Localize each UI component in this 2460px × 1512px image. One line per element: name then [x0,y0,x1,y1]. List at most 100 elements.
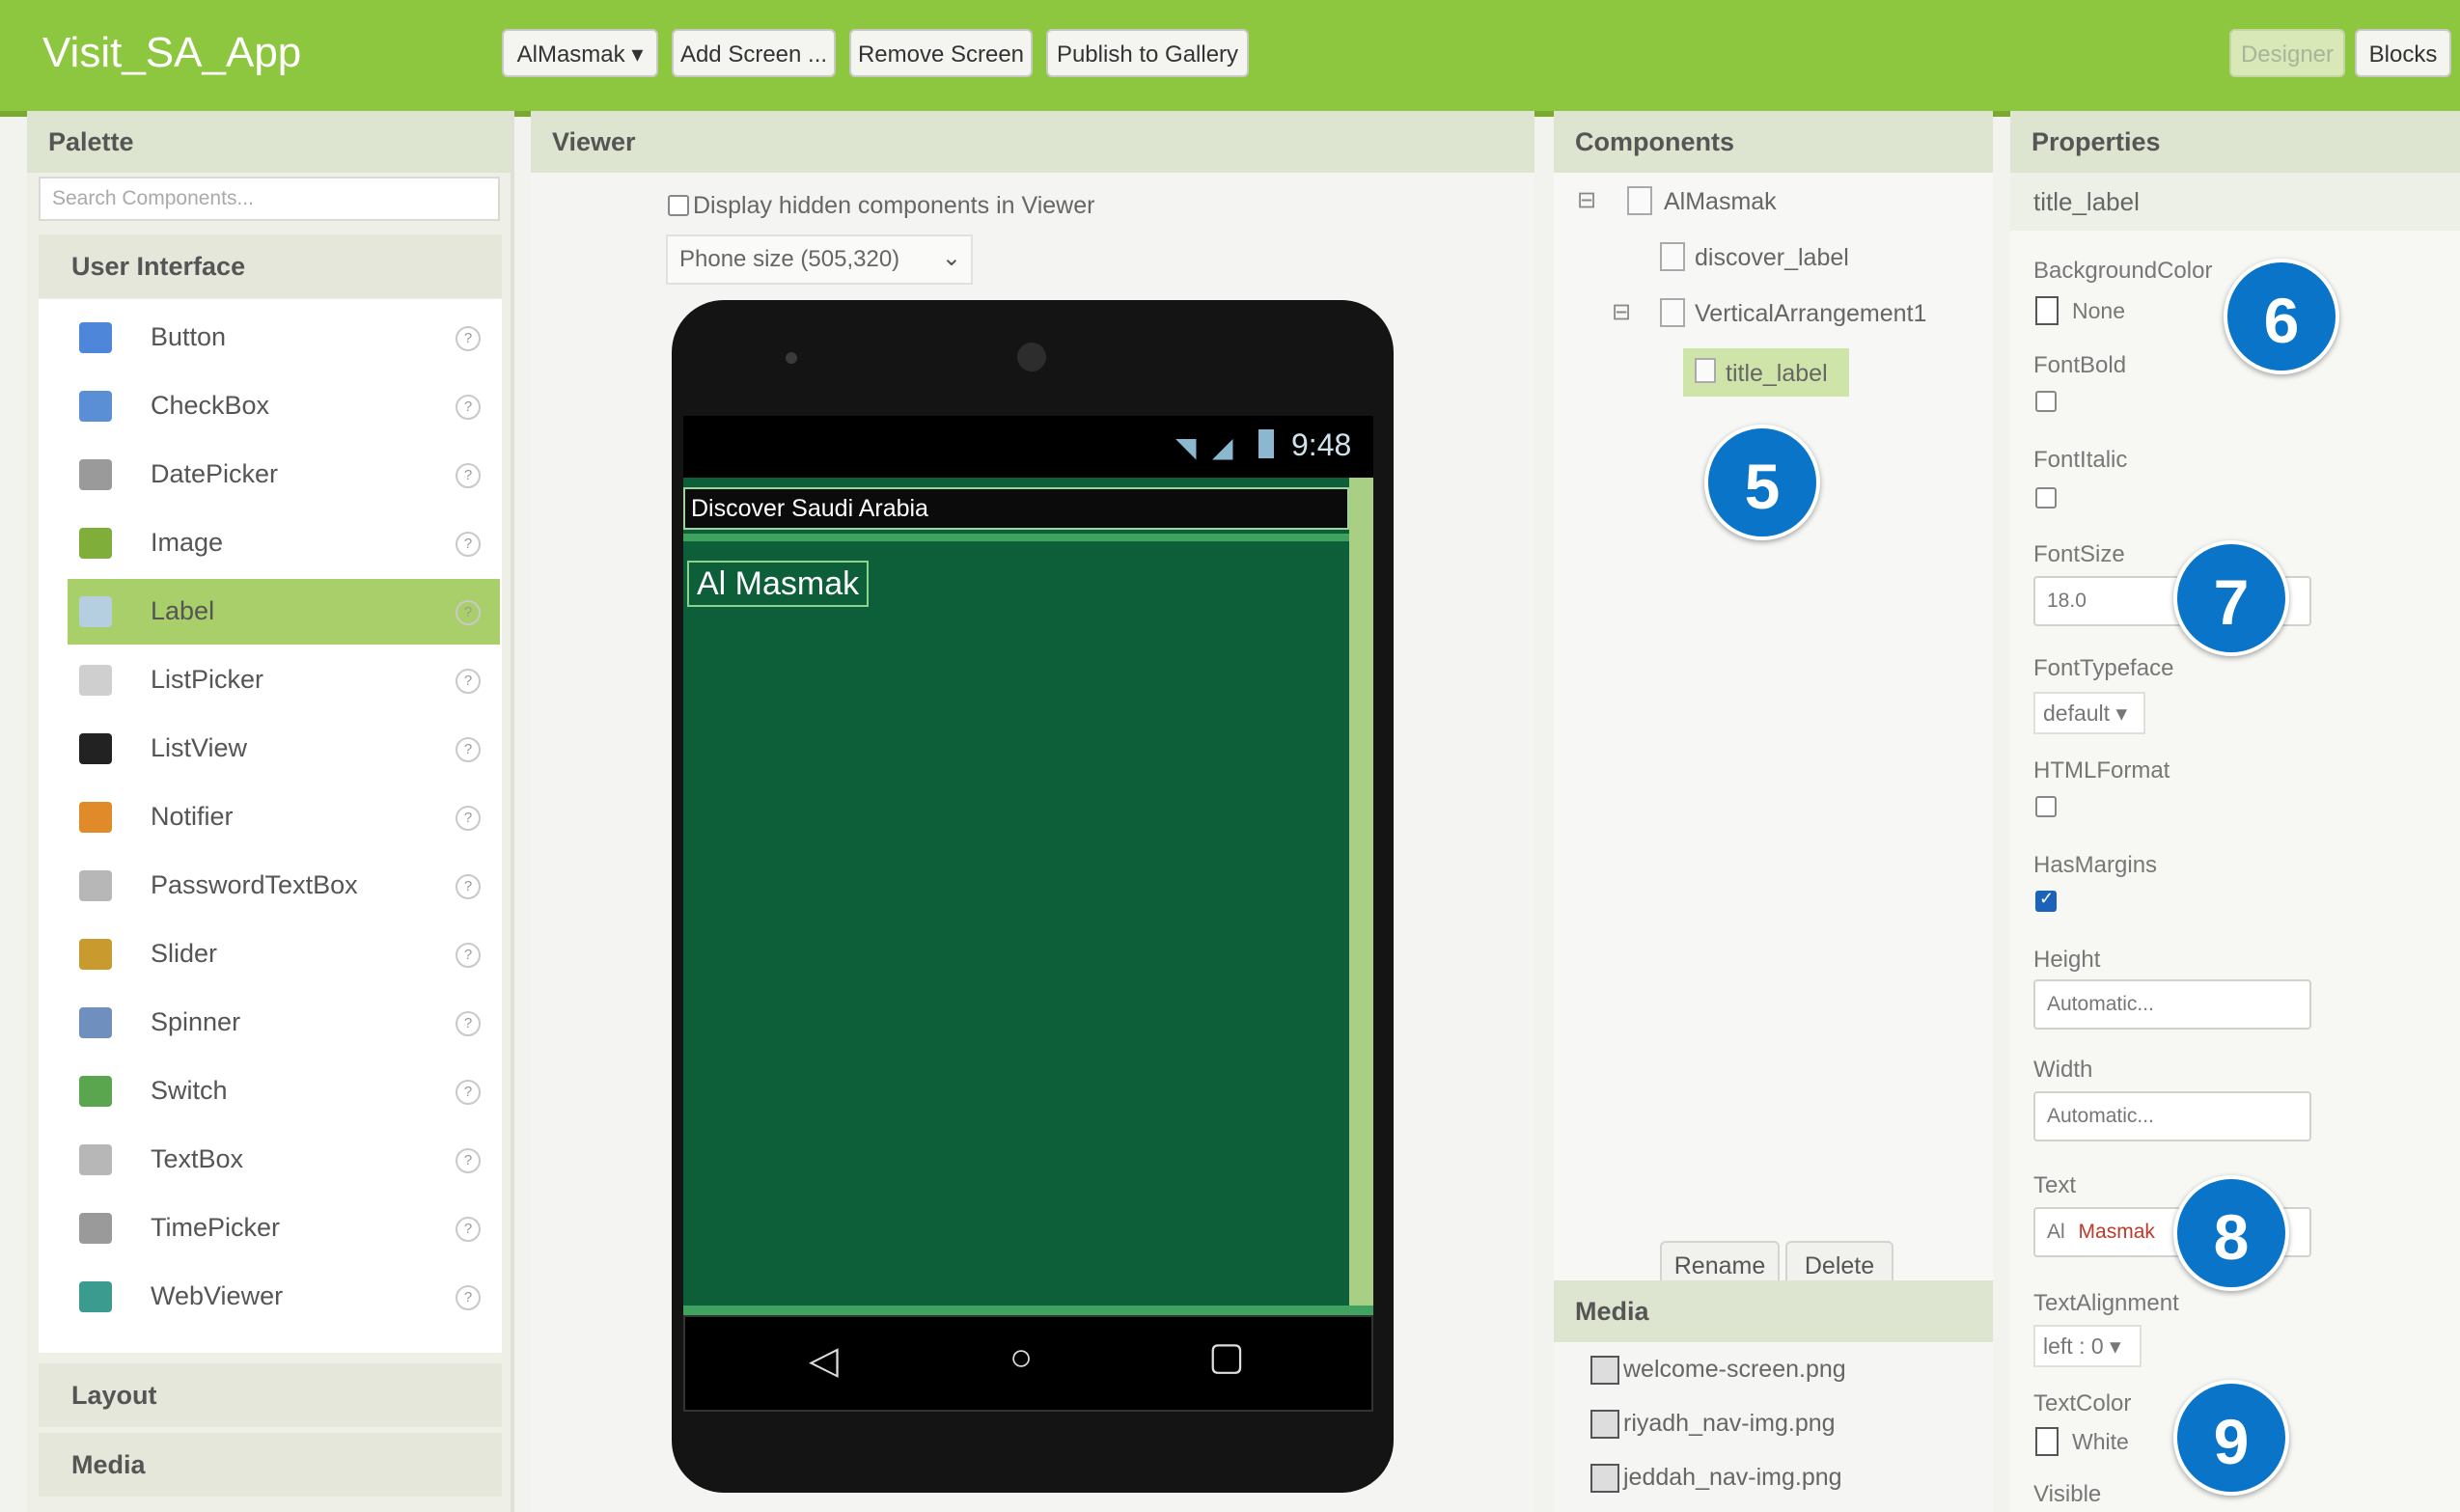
screen-scrollbar[interactable] [1349,478,1373,1315]
arrangement-icon [1660,298,1685,327]
textcolor-swatch[interactable] [2035,1427,2059,1456]
palette-item-listpicker[interactable]: ListPicker? [68,647,500,713]
viewer-panel: Viewer Display hidden components in View… [531,111,1534,1512]
height-input[interactable]: Automatic... [2033,979,2311,1030]
width-input[interactable]: Automatic... [2033,1091,2311,1141]
collapse-arrangement-icon[interactable]: ⊟ [1612,298,1631,326]
palette-item-datepicker[interactable]: DatePicker? [68,442,500,508]
tree-discover-label[interactable]: discover_label [1695,244,1849,272]
media-file-item[interactable]: riyadh_nav-img.png [1590,1410,1836,1439]
help-icon[interactable]: ? [456,737,481,762]
status-bar: ◥ ◢ 9:48 [683,416,1373,478]
media-file-item[interactable]: welcome-screen.png [1590,1356,1846,1385]
display-hidden-checkbox[interactable] [668,195,689,216]
help-icon[interactable]: ? [456,806,481,831]
htmlformat-checkbox[interactable] [2035,796,2057,817]
hasmargins-checkbox[interactable] [2035,889,2057,912]
palette-item-passwordtextbox[interactable]: PasswordTextBox? [68,853,500,919]
battery-icon [1258,429,1274,458]
label-icon [1695,358,1716,383]
listview-icon [79,733,112,764]
palette-panel: Palette Search Components... User Interf… [27,111,514,1512]
tree-title-label-selected[interactable]: title_label [1683,348,1849,397]
wifi-icon: ◥ [1175,432,1197,462]
palette-item-timepicker[interactable]: TimePicker? [68,1196,500,1261]
media-list: welcome-screen.png riyadh_nav-img.pngjedd… [1554,1356,1993,1512]
palette-item-listview[interactable]: ListView? [68,716,500,782]
fontbold-checkbox[interactable] [2035,391,2057,412]
title-label-preview[interactable]: Al Masmak [687,561,870,607]
remove-screen-button[interactable]: Remove Screen [849,29,1033,77]
group-layout[interactable]: Layout [39,1363,502,1427]
palette-item-textbox[interactable]: TextBox? [68,1127,500,1193]
help-icon[interactable]: ? [456,395,481,420]
back-icon[interactable]: ◁ [809,1338,839,1383]
help-icon[interactable]: ? [456,1217,481,1242]
screen-select-button[interactable]: AlMasmak ▾ [502,29,658,77]
help-icon[interactable]: ? [456,326,481,351]
collapse-root-icon[interactable]: ⊟ [1577,186,1596,214]
palette-item-switch[interactable]: Switch? [68,1058,500,1124]
media-file-name: welcome-screen.png [1623,1356,1846,1383]
add-screen-button[interactable]: Add Screen ... [672,29,836,77]
callout-9: 9 [2154,1380,2289,1496]
help-icon[interactable]: ? [456,874,481,899]
callout-8: 8 [2154,1175,2289,1291]
chevron-down-icon: ⌄ [941,245,961,271]
backgroundcolor-swatch[interactable] [2035,296,2059,325]
group-media[interactable]: Media [39,1433,502,1497]
prop-backgroundcolor-value[interactable]: None [2072,298,2125,324]
phone-size-select[interactable]: Phone size (505,320) ⌄ [666,234,973,285]
help-icon[interactable]: ? [456,1285,481,1310]
palette-component-list: Button? CheckBox? DatePicker? Image? Label? L… [39,299,502,1353]
tree-vertical-arrangement[interactable]: VerticalArrangement1 [1695,300,1926,328]
tree-root[interactable]: AlMasmak [1664,188,1777,216]
media-file-item[interactable]: jeddah_nav-img.png [1590,1464,1842,1493]
prop-height-label: Height [2033,947,2101,973]
palette-item-webviewer[interactable]: WebViewer? [68,1264,500,1330]
palette-item-slider[interactable]: Slider? [68,921,500,987]
media-header: Media [1554,1280,1993,1342]
fontitalic-checkbox[interactable] [2035,487,2057,509]
password-textbox-icon [79,870,112,901]
publish-to-gallery-button[interactable]: Publish to Gallery [1046,29,1249,77]
checkbox-icon [79,391,112,422]
help-icon[interactable]: ? [456,669,481,694]
search-components-input[interactable]: Search Components... [39,177,500,221]
tree-title-label-text: title_label [1726,360,1828,387]
help-icon[interactable]: ? [456,463,481,488]
image-file-icon [1590,1356,1619,1385]
help-icon[interactable]: ? [456,1148,481,1173]
help-icon[interactable]: ? [456,532,481,557]
prop-visible-label: Visible [2033,1481,2102,1507]
palette-item-button[interactable]: Button? [68,305,500,371]
palette-item-label: Spinner [151,1007,241,1036]
blocks-button[interactable]: Blocks [2355,29,2451,77]
discover-label-preview[interactable]: Discover Saudi Arabia [683,487,1349,530]
palette-item-image[interactable]: Image? [68,510,500,576]
group-user-interface[interactable]: User Interface [39,234,502,298]
palette-item-notifier[interactable]: Notifier? [68,784,500,850]
prop-fonttypeface-label: FontTypeface [2033,655,2174,681]
image-file-icon [1590,1464,1619,1493]
palette-item-label[interactable]: Label? [68,579,500,645]
recents-icon[interactable]: ▢ [1208,1334,1245,1379]
palette-item-spinner[interactable]: Spinner? [68,990,500,1056]
palette-item-label: TimePicker [151,1213,281,1242]
prop-textcolor-value[interactable]: White [2072,1429,2129,1455]
textalignment-select[interactable]: left : 0 ▾ [2033,1325,2142,1367]
designer-button[interactable]: Designer [2229,29,2345,77]
help-icon[interactable]: ? [456,943,481,968]
screen-divider [683,534,1349,541]
prop-fontbold-label: FontBold [2033,352,2127,378]
palette-item-label: PasswordTextBox [151,870,358,899]
palette-item-checkbox[interactable]: CheckBox? [68,373,500,439]
help-icon[interactable]: ? [456,1011,481,1036]
button-icon [79,322,112,353]
help-icon[interactable]: ? [456,1080,481,1105]
fonttypeface-select[interactable]: default ▾ [2033,692,2145,734]
home-icon[interactable]: ○ [1009,1336,1033,1380]
spinner-icon [79,1007,112,1038]
help-icon[interactable]: ? [456,600,481,625]
components-panel: Components ⊟ AlMasmak discover_label ⊟ V… [1554,111,1993,1512]
